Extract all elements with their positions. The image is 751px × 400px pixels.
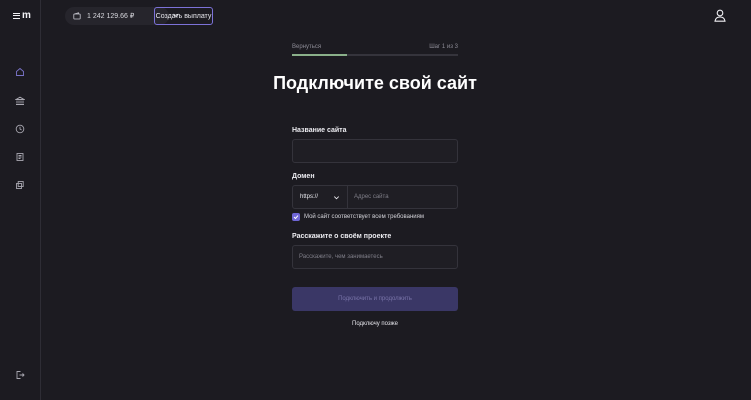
protocol-value: https:// xyxy=(300,194,319,200)
history-icon xyxy=(15,124,25,134)
sidebar-item-home[interactable] xyxy=(15,67,25,77)
wallet-icon xyxy=(73,12,81,20)
top-bar: 1 242 129.66 ₽ Создать выплату xyxy=(41,0,751,32)
protocol-select[interactable]: https:// xyxy=(293,186,348,208)
site-name-label: Название сайта xyxy=(292,127,347,134)
home-icon xyxy=(16,67,24,76)
domain-label: Домен xyxy=(292,173,315,180)
project-label: Расскажите о своём проекте xyxy=(292,233,392,240)
back-link[interactable]: Вернуться xyxy=(292,44,321,50)
progress-bar xyxy=(292,54,458,56)
domain-field: https:// Адрес сайта xyxy=(292,185,458,209)
balance-amount: 1 242 129.66 ₽ xyxy=(87,13,135,20)
logout-icon xyxy=(16,371,25,379)
connect-continue-button[interactable]: Подключить и продолжить xyxy=(292,287,458,311)
menu-icon[interactable] xyxy=(13,12,20,19)
progress-fill xyxy=(292,54,347,56)
chevron-down-icon xyxy=(333,195,340,199)
sidebar-item-documents[interactable] xyxy=(15,152,25,162)
requirements-checkbox-row[interactable]: Мой сайт соответствует всем требованиям xyxy=(292,213,424,221)
sidebar-item-history[interactable] xyxy=(15,124,25,134)
requirements-checkbox-label: Мой сайт соответствует всем требованиям xyxy=(304,214,424,220)
site-name-input[interactable] xyxy=(292,139,458,163)
bank-icon xyxy=(15,96,25,105)
sidebar-item-copy[interactable] xyxy=(15,180,25,190)
logo[interactable]: m xyxy=(13,10,31,21)
logout-button[interactable] xyxy=(15,370,25,380)
sidebar-item-bank[interactable] xyxy=(15,96,25,106)
logo-text: m xyxy=(22,10,31,21)
checkmark-icon xyxy=(293,215,299,220)
project-description-input[interactable]: Расскажите, чем занимаетесь xyxy=(292,245,458,269)
user-icon[interactable] xyxy=(714,9,726,22)
sidebar: m xyxy=(0,0,41,400)
step-indicator: Шаг 1 из 3 xyxy=(429,44,458,50)
create-payout-button[interactable]: Создать выплату xyxy=(154,7,213,25)
copy-icon xyxy=(16,181,24,189)
page-title: Подключите свой сайт xyxy=(273,73,477,93)
domain-input[interactable]: Адрес сайта xyxy=(348,186,457,208)
requirements-checkbox[interactable] xyxy=(292,213,300,221)
documents-icon xyxy=(16,153,24,161)
connect-later-link[interactable]: Подключу позже xyxy=(292,321,458,327)
